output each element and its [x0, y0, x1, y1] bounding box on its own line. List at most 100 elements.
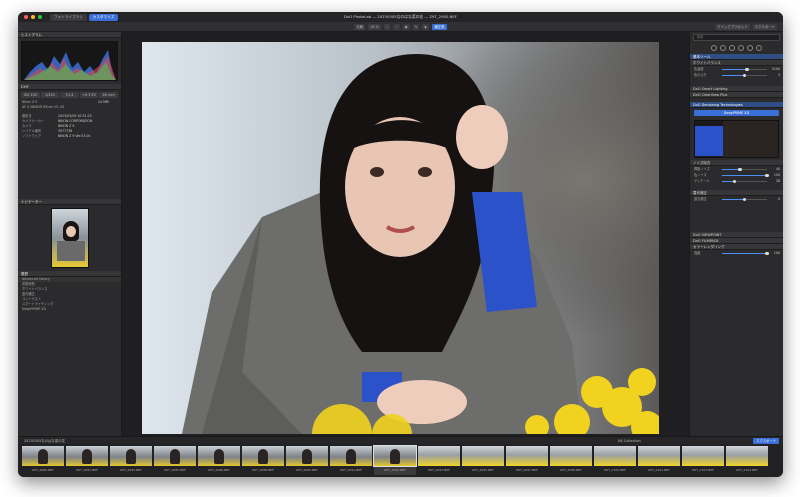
tool-filter-icons [690, 43, 783, 54]
filmstrip: Z9T_2080.NEF Z9T_2081.NEF Z9T_2083.NEF Z9T_… [18, 444, 783, 477]
meta-value: NIKON Z 9 Ver.03.00 [58, 134, 91, 138]
zoom-window-button[interactable] [38, 15, 42, 19]
minimize-window-button[interactable] [31, 15, 35, 19]
camera-name: Nikon Z 9 [22, 100, 38, 104]
effect-filter-icon[interactable] [756, 45, 762, 51]
preview-before-button[interactable]: 補正前 [432, 23, 447, 30]
filmstrip-thumbnail[interactable]: Z9T_2097.NEF [506, 446, 548, 475]
denoise-preview[interactable] [694, 120, 779, 158]
slider-knob[interactable] [745, 67, 749, 71]
filmstrip-thumbnail[interactable]: Z9T_2083.NEF [110, 446, 152, 475]
filmstrip-thumbnail[interactable]: Z9T_2092.NEF [373, 445, 417, 475]
thumbnail-filename: Z9T_2085.NEF [164, 468, 186, 472]
tab-customize[interactable]: カスタマイズ [88, 13, 119, 21]
section-clearview[interactable]: DxO ClearView Plus [690, 92, 783, 98]
tool-search-input[interactable]: 検索 [693, 34, 780, 41]
thumbnail-filename: Z9T_2081.NEF [76, 468, 98, 472]
filmstrip-thumbnail[interactable]: Z9T_2101.NEF [638, 446, 680, 475]
thumbnail-filename: Z9T_2104.NEF [736, 468, 758, 472]
slider-exposure[interactable]: 露光補正 0 [690, 196, 783, 202]
filmstrip-thumbnail[interactable]: Z9T_2100.NEF [594, 446, 636, 475]
detail-filter-icon[interactable] [729, 45, 735, 51]
slider-label: 色温度 [694, 67, 704, 71]
local-adjust-tool-icon[interactable]: ◐ [422, 23, 430, 30]
compare-button[interactable]: 比較 [354, 23, 366, 30]
slider-value[interactable]: 100 [774, 250, 780, 256]
filmstrip-thumbnail[interactable]: Z9T_2088.NEF [242, 446, 284, 475]
exif-iso: ISO 100 [21, 92, 40, 98]
filmstrip-thumbnail[interactable]: Z9T_2081.NEF [66, 446, 108, 475]
thumbnail-image [638, 446, 680, 466]
history-item[interactable]: DeepPRIME XD [18, 307, 121, 312]
quick-presets-button[interactable]: クイックプリセット [715, 24, 750, 30]
title-bar: フォトライブラリ カスタマイズ DxO PhotoLab — 20230305な… [18, 12, 783, 22]
slider-knob[interactable] [765, 251, 769, 255]
histogram [21, 41, 118, 81]
slider-knob[interactable] [742, 73, 747, 77]
slider-fill [722, 69, 747, 70]
local-filter-icon[interactable] [747, 45, 753, 51]
deepprime-xd-option[interactable]: DeepPRIME XD [694, 110, 779, 116]
straighten-tool-icon[interactable]: ⟋ [393, 23, 400, 30]
slider-track[interactable] [722, 179, 767, 183]
close-window-button[interactable] [24, 15, 28, 19]
filmstrip-thumbnail[interactable]: Z9T_2080.NEF [22, 446, 64, 475]
filmstrip-thumbnail[interactable]: Z9T_2091.NEF [330, 446, 372, 475]
meta-key: カメラメーカー [22, 119, 45, 123]
histogram-header[interactable]: ヒストグラム [18, 32, 121, 38]
light-filter-icon[interactable] [711, 45, 717, 51]
slider-fill [722, 253, 767, 254]
tab-photo-library[interactable]: フォトライブラリ [50, 13, 87, 21]
slider-knob[interactable] [732, 179, 737, 183]
filmstrip-thumbnail[interactable]: Z9T_2086.NEF [198, 446, 240, 475]
thumbnail-image [682, 446, 724, 466]
exif-header[interactable]: EXIF [18, 84, 121, 90]
filmstrip-thumbnail[interactable]: Z9T_2093.NEF [418, 446, 460, 475]
thumbnail-filename: Z9T_2095.NEF [472, 468, 494, 472]
slider-tint[interactable]: 色かぶり 3 [690, 72, 783, 78]
thumbnail-image [594, 446, 636, 466]
navigator-header[interactable]: ナビゲーター [18, 199, 121, 205]
slider-track[interactable] [722, 173, 769, 177]
slider-value[interactable]: 0 [778, 196, 780, 202]
geometry-filter-icon[interactable] [738, 45, 744, 51]
slider-track[interactable] [722, 197, 767, 201]
slider-detail[interactable]: ディテール 28 [690, 178, 783, 184]
thumbnail-image [418, 446, 460, 466]
crop-tool-icon[interactable]: ⛶ [383, 23, 391, 30]
filmstrip-thumbnail[interactable]: Z9T_2098.NEF [550, 446, 592, 475]
filmstrip-thumbnail[interactable]: Z9T_2095.NEF [462, 446, 504, 475]
section-denoising[interactable]: DxO Denoising Technologies [690, 102, 783, 108]
slider-intensity[interactable]: 強度 100 [690, 250, 783, 256]
slider-track[interactable] [722, 73, 767, 77]
slider-value[interactable]: 28 [776, 178, 780, 184]
thumbnail-filename: Z9T_2103.NEF [692, 468, 714, 472]
portrait-image [142, 42, 659, 434]
filmstrip-thumbnail[interactable]: Z9T_2090.NEF [286, 446, 328, 475]
image-viewer[interactable] [122, 32, 689, 436]
thumbnail-image [110, 446, 152, 466]
zoom-level[interactable]: 18 % [368, 23, 381, 30]
slider-knob[interactable] [738, 167, 742, 171]
color-filter-icon[interactable] [720, 45, 726, 51]
slider-track[interactable] [722, 67, 767, 71]
slider-value[interactable]: 3 [778, 72, 780, 78]
slider-label: 色ノイズ [694, 173, 707, 177]
navigator [18, 205, 121, 271]
meta-key: カメラ [22, 124, 32, 128]
export-top-button[interactable]: エクスポート [752, 24, 777, 30]
thumbnail-image [22, 446, 64, 466]
right-panel: 検索 基本ツール ホワイトバランス 色温度 5100 色かぶり 3 DxO Sm… [689, 32, 783, 436]
slider-knob[interactable] [742, 197, 747, 201]
slider-knob[interactable] [765, 173, 769, 177]
red-eye-tool-icon[interactable]: ◉ [402, 23, 410, 30]
filmstrip-thumbnail[interactable]: Z9T_2085.NEF [154, 446, 196, 475]
slider-label: 輝度ノイズ [694, 167, 710, 171]
slider-track[interactable] [722, 251, 769, 255]
slider-track[interactable] [722, 167, 767, 171]
main-photo[interactable] [142, 42, 659, 434]
repair-tool-icon[interactable]: ✎ [412, 23, 420, 30]
navigator-thumbnail[interactable] [50, 208, 89, 268]
filmstrip-thumbnail[interactable]: Z9T_2103.NEF [682, 446, 724, 475]
filmstrip-thumbnail[interactable]: Z9T_2104.NEF [726, 446, 768, 475]
